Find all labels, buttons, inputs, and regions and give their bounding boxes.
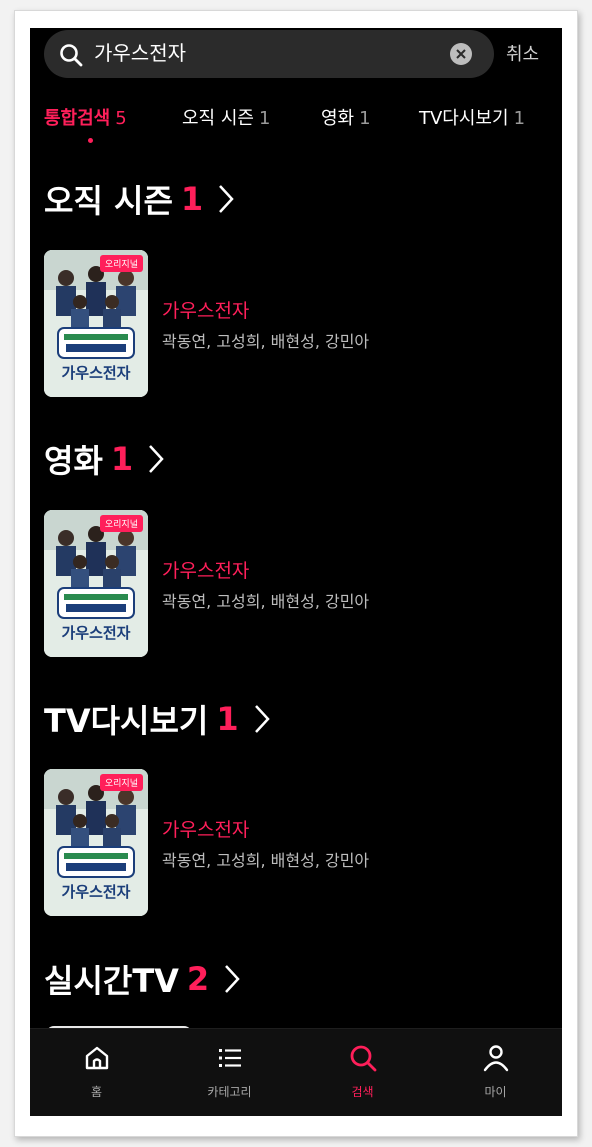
content-title: 가우스전자 <box>162 300 250 322</box>
nav-label: 홈 <box>90 1085 103 1099</box>
content-card[interactable]: 오리지널 가우스전자 가우스전자 곽동연, 고성희, 배현성, 강민아 <box>44 510 524 657</box>
section-title: 실시간TV <box>44 962 179 1000</box>
poster-caption: 가우스전자 <box>61 883 131 901</box>
poster-caption: 가우스전자 <box>61 364 131 382</box>
section-header-live-tv[interactable]: 실시간TV 2 <box>44 956 241 1002</box>
person-icon <box>483 1045 508 1072</box>
tab-count: 1 <box>513 108 526 129</box>
chevron-right-icon <box>149 445 164 473</box>
section-header-tv-replay[interactable]: TV다시보기 1 <box>44 696 271 742</box>
tab-label: 오직 시즌 <box>182 108 254 129</box>
tab-count: 5 <box>115 108 127 129</box>
chevron-right-icon <box>225 965 240 993</box>
active-tab-indicator <box>88 138 93 143</box>
content-card[interactable]: 오리지널 가우스전자 가우스전자 곽동연, 고성희, 배현성, 강민아 <box>44 769 524 916</box>
tab-label: 통합검색 <box>44 108 111 129</box>
content-title: 가우스전자 <box>162 560 250 582</box>
original-badge: 오리지널 <box>99 255 143 272</box>
tab-count: 1 <box>359 108 371 129</box>
tab-movie[interactable]: 영화 1 <box>321 104 371 130</box>
section-title: 오직 시즌 <box>44 182 173 220</box>
home-icon <box>85 1046 108 1070</box>
close-icon <box>456 49 466 59</box>
app-screen: 가우스전자 취소 통합검색 5 오직 시즌 1 영화 1 TV다시보기 1 오직 시즌 … <box>30 28 562 1116</box>
tab-ojik-season[interactable]: 오직 시즌 1 <box>182 104 270 130</box>
poster-caption: 가우스전자 <box>61 624 131 642</box>
section-count: 1 <box>216 700 239 738</box>
nav-search[interactable]: 검색 <box>296 1029 429 1116</box>
search-bar[interactable]: 가우스전자 <box>44 30 494 78</box>
section-count: 2 <box>186 960 210 998</box>
content-cast: 곽동연, 고성희, 배현성, 강민아 <box>162 592 370 611</box>
search-icon <box>350 1045 376 1072</box>
nav-label: 검색 <box>351 1085 374 1099</box>
chevron-right-icon <box>219 185 234 213</box>
tab-label: TV다시보기 <box>419 108 509 129</box>
content-cast: 곽동연, 고성희, 배현성, 강민아 <box>162 332 370 351</box>
section-title: TV다시보기 <box>44 702 209 740</box>
section-count: 1 <box>180 180 204 218</box>
content-card[interactable]: 오리지널 가우스전자 가우스전자 곽동연, 고성희, 배현성, 강민아 <box>44 250 524 397</box>
content-title: 가우스전자 <box>162 819 250 841</box>
nav-my[interactable]: 마이 <box>429 1029 562 1116</box>
section-title: 영화 <box>44 442 103 480</box>
tab-label: 영화 <box>321 108 355 129</box>
tab-all[interactable]: 통합검색 5 <box>44 104 127 130</box>
search-result-tabs: 통합검색 5 오직 시즌 1 영화 1 TV다시보기 1 <box>30 104 562 144</box>
list-icon <box>218 1049 241 1067</box>
chevron-right-icon <box>254 705 270 733</box>
nav-label: 카테고리 <box>207 1085 252 1099</box>
cancel-button[interactable]: 취소 <box>506 40 539 66</box>
search-icon <box>60 44 83 67</box>
section-header-ojik-season[interactable]: 오직 시즌 1 <box>44 176 235 222</box>
content-cast: 곽동연, 고성희, 배현성, 강민아 <box>162 851 370 870</box>
poster-image: 오리지널 가우스전자 <box>44 250 148 397</box>
section-count: 1 <box>110 440 134 478</box>
nav-home[interactable]: 홈 <box>30 1029 163 1116</box>
nav-category[interactable]: 카테고리 <box>163 1029 296 1116</box>
tab-tv-replay[interactable]: TV다시보기 1 <box>419 104 525 130</box>
original-badge: 오리지널 <box>99 774 143 791</box>
search-input[interactable]: 가우스전자 <box>94 38 186 68</box>
bottom-navigation: 홈 카테고리 검색 마이 <box>30 1028 562 1116</box>
poster-image: 오리지널 가우스전자 <box>44 510 148 657</box>
clear-search-button[interactable] <box>450 43 472 65</box>
original-badge: 오리지널 <box>99 515 143 532</box>
section-header-movie[interactable]: 영화 1 <box>44 436 165 482</box>
poster-image: 오리지널 가우스전자 <box>44 769 148 916</box>
nav-label: 마이 <box>484 1085 507 1099</box>
tab-count: 1 <box>258 108 271 129</box>
